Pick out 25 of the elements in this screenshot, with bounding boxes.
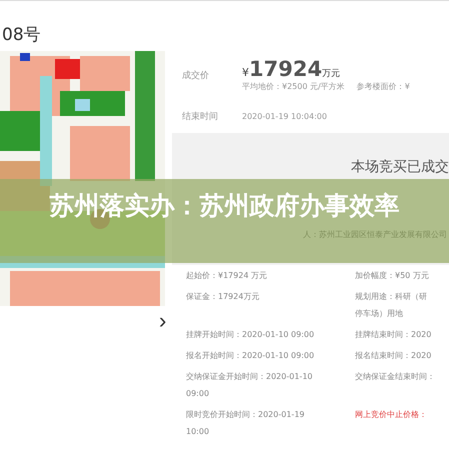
currency-sign: ¥ xyxy=(242,66,249,79)
detail-text: 起始价：¥17924 万元 xyxy=(186,270,268,282)
price-label: 成交价 xyxy=(182,70,210,83)
banner-title: 苏州落实办：苏州政府办事效率 xyxy=(48,190,400,222)
end-label: 结束时间 xyxy=(182,110,219,123)
deal-price: 17924 xyxy=(249,57,322,81)
end-time: 2020-01-19 10:04:00 xyxy=(242,112,327,121)
reference-price: 参考楼面价：¥ xyxy=(356,81,410,92)
detail-text: 保证金：17924万元 xyxy=(186,291,260,303)
detail-text: 停车场）用地 xyxy=(355,308,404,320)
page-title: 08号 xyxy=(1,24,42,47)
detail-text: 加价幅度：¥50 万元 xyxy=(355,270,430,282)
detail-text: 限时竞价开始时间：2020-01-19 10:00 xyxy=(186,409,306,438)
price-unit: 万元 xyxy=(322,68,340,80)
detail-text: 报名开始时间：2020-01-10 09:00 xyxy=(186,350,316,362)
detail-text: 挂牌结束时间：2020 xyxy=(355,329,432,341)
status-message: 本场竞买已成交 xyxy=(351,158,449,176)
detail-text: 报名结束时间：2020 xyxy=(355,350,432,362)
detail-text: 交纳保证金开始时间：2020-01-10 09:00 xyxy=(186,371,314,400)
detail-text: 交纳保证金结束时间： xyxy=(355,371,436,383)
alert-text: 网上竞价中止价格： xyxy=(355,409,428,421)
detail-text: 挂牌开始时间：2020-01-10 09:00 xyxy=(186,329,316,341)
next-button[interactable]: › xyxy=(159,310,166,332)
average-price: 平均地价：¥2500 元/平方米 xyxy=(242,81,345,92)
detail-text: 规划用途：科研（研 xyxy=(355,291,428,303)
